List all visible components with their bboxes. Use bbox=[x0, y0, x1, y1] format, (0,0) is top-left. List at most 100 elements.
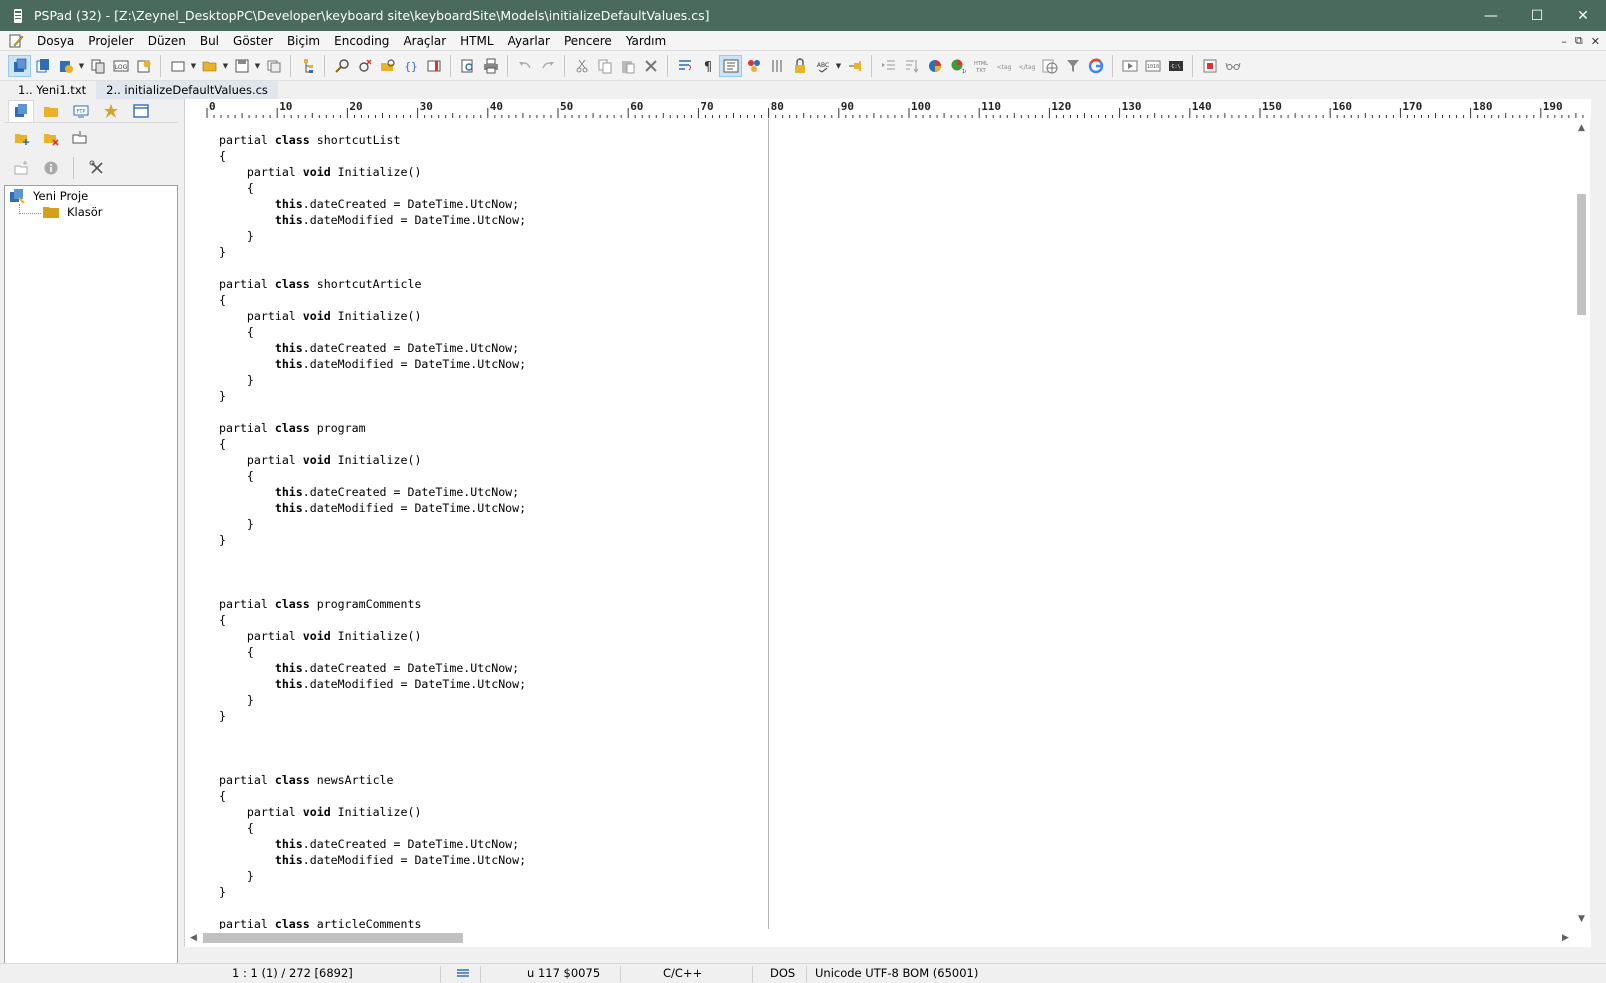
scroll-left-arrow[interactable]: ◀ bbox=[185, 929, 202, 947]
document-edit-icon[interactable] bbox=[8, 33, 24, 49]
menu-encoding[interactable]: Encoding bbox=[327, 31, 396, 51]
bracket-match-button[interactable]: {} bbox=[399, 55, 422, 77]
readonly-lock-button[interactable] bbox=[788, 55, 811, 77]
menu-bul[interactable]: Bul bbox=[193, 31, 226, 51]
tab-projects[interactable] bbox=[8, 99, 34, 122]
code-text-area[interactable]: partial class shortcutList { partial void… bbox=[207, 119, 1577, 947]
maximize-button[interactable]: ☐ bbox=[1514, 0, 1560, 31]
new-file-dropdown[interactable]: ▼ bbox=[189, 55, 198, 77]
rename-folder-button[interactable] bbox=[68, 127, 91, 149]
project-tree-button[interactable] bbox=[296, 55, 319, 77]
find-button[interactable] bbox=[330, 55, 353, 77]
paste-button[interactable] bbox=[616, 55, 639, 77]
color-button[interactable] bbox=[742, 55, 765, 77]
tab-file-explorer[interactable] bbox=[38, 100, 64, 122]
tag-button[interactable]: <tag bbox=[992, 55, 1015, 77]
menu-duzen[interactable]: Düzen bbox=[141, 31, 193, 51]
close-button[interactable]: ✕ bbox=[1560, 0, 1606, 31]
line-numbers-button[interactable] bbox=[719, 54, 742, 77]
close-file-button[interactable] bbox=[262, 55, 285, 77]
tab-favorites[interactable] bbox=[98, 100, 124, 122]
save-all-button[interactable] bbox=[54, 55, 77, 77]
new-project-button[interactable] bbox=[31, 55, 54, 77]
scroll-up-arrow[interactable]: ▲ bbox=[1573, 119, 1590, 136]
dropdown-arrow[interactable]: ▼ bbox=[77, 55, 86, 77]
show-special-chars-button[interactable]: ¶ bbox=[696, 55, 719, 77]
syntax-highlighter[interactable]: C/C++ bbox=[663, 964, 702, 983]
horizontal-scroll-thumb[interactable] bbox=[203, 933, 463, 943]
filter-button[interactable] bbox=[1061, 55, 1084, 77]
undo-button[interactable] bbox=[513, 55, 536, 77]
menu-pencere[interactable]: Pencere bbox=[557, 31, 619, 51]
menu-goster[interactable]: Göster bbox=[226, 31, 280, 51]
scroll-right-arrow[interactable]: ▶ bbox=[1557, 929, 1574, 947]
indent-button[interactable] bbox=[877, 55, 900, 77]
line-ending[interactable]: DOS bbox=[770, 964, 795, 983]
color-picker-button[interactable] bbox=[923, 55, 946, 77]
menu-bicim[interactable]: Biçim bbox=[280, 31, 327, 51]
pin-button[interactable] bbox=[843, 55, 866, 77]
cut-button[interactable] bbox=[570, 55, 593, 77]
column-mode-button[interactable] bbox=[765, 55, 788, 77]
mdi-close-button[interactable]: ✕ bbox=[1591, 35, 1600, 48]
word-wrap-button[interactable] bbox=[673, 55, 696, 77]
vertical-scrollbar[interactable]: ▲ ▼ bbox=[1573, 119, 1590, 927]
save-dropdown[interactable]: ▼ bbox=[253, 55, 262, 77]
print-button[interactable] bbox=[479, 55, 502, 77]
menu-yardim[interactable]: Yardım bbox=[619, 31, 673, 51]
mdi-restore-button[interactable]: ⧉ bbox=[1575, 34, 1583, 48]
tree-node-yeni-proje[interactable]: Yeni Proje bbox=[9, 188, 88, 204]
color-wheel-alt-button[interactable]: 16 bbox=[946, 55, 969, 77]
text-mode-icon[interactable] bbox=[456, 967, 470, 983]
minimize-button[interactable]: — bbox=[1468, 0, 1514, 31]
find-in-files-button[interactable] bbox=[376, 55, 399, 77]
add-folder-button[interactable] bbox=[10, 127, 33, 149]
add-file-button[interactable] bbox=[10, 157, 33, 179]
html-to-text-button[interactable]: HTML TXT bbox=[969, 55, 992, 77]
preview-button[interactable] bbox=[456, 55, 479, 77]
record-macro-button[interactable] bbox=[1198, 55, 1221, 77]
delete-button[interactable] bbox=[639, 55, 662, 77]
tab-initialize-default-values[interactable]: 2.. initializeDefaultValues.cs bbox=[96, 81, 278, 99]
menu-projeler[interactable]: Projeler bbox=[81, 31, 140, 51]
sort-button[interactable] bbox=[900, 55, 923, 77]
editor-gutter[interactable] bbox=[185, 119, 207, 947]
tag-close-button[interactable]: </tag bbox=[1015, 55, 1038, 77]
open-file-dropdown[interactable]: ▼ bbox=[221, 55, 230, 77]
macro-button[interactable] bbox=[132, 55, 155, 77]
menu-ayarlar[interactable]: Ayarlar bbox=[501, 31, 557, 51]
hex-view-button[interactable]: 1010 bbox=[1141, 55, 1164, 77]
project-view-button[interactable] bbox=[8, 54, 31, 77]
save-button[interactable] bbox=[230, 55, 253, 77]
open-file-button[interactable] bbox=[198, 55, 221, 77]
scroll-down-arrow[interactable]: ▼ bbox=[1573, 910, 1590, 927]
console-button[interactable]: C:\ bbox=[1164, 55, 1187, 77]
horizontal-scrollbar[interactable]: ◀ ▶ bbox=[185, 929, 1591, 947]
mdi-minimize-button[interactable]: – bbox=[1561, 35, 1567, 48]
spell-check-dropdown[interactable]: ▼ bbox=[834, 55, 843, 77]
new-file-button[interactable] bbox=[166, 55, 189, 77]
info-button[interactable] bbox=[39, 157, 62, 179]
replace-button[interactable] bbox=[353, 55, 376, 77]
log-button[interactable]: LOG bbox=[109, 55, 132, 77]
run-button[interactable] bbox=[1118, 55, 1141, 77]
tab-yeni1[interactable]: 1.. Yeni1.txt bbox=[8, 81, 96, 99]
file-encoding[interactable]: Unicode UTF-8 BOM (65001) bbox=[815, 964, 978, 983]
print-preview-button[interactable] bbox=[86, 55, 109, 77]
play-macro-button[interactable] bbox=[1221, 55, 1244, 77]
tree-node-klasor[interactable]: Klasör bbox=[43, 204, 103, 220]
vertical-scroll-thumb[interactable] bbox=[1577, 194, 1586, 315]
spell-check-button[interactable]: ABC bbox=[811, 55, 834, 77]
menu-araclar[interactable]: Araçlar bbox=[396, 31, 453, 51]
menu-html[interactable]: HTML bbox=[453, 31, 500, 51]
tab-ftp[interactable]: FTP bbox=[68, 100, 94, 122]
redo-button[interactable] bbox=[536, 55, 559, 77]
menu-dosya[interactable]: Dosya bbox=[30, 31, 81, 51]
copy-button[interactable] bbox=[593, 55, 616, 77]
web-button[interactable] bbox=[1038, 55, 1061, 77]
remove-folder-button[interactable] bbox=[39, 127, 62, 149]
editor-pane[interactable]: 0 10 20 30 40 50 60 70 80 90 100 110 120 130 140 150 160… bbox=[184, 99, 1591, 947]
tab-open-files[interactable] bbox=[128, 100, 154, 122]
google-search-button[interactable] bbox=[1084, 55, 1107, 77]
bookmark-button[interactable] bbox=[422, 55, 445, 77]
